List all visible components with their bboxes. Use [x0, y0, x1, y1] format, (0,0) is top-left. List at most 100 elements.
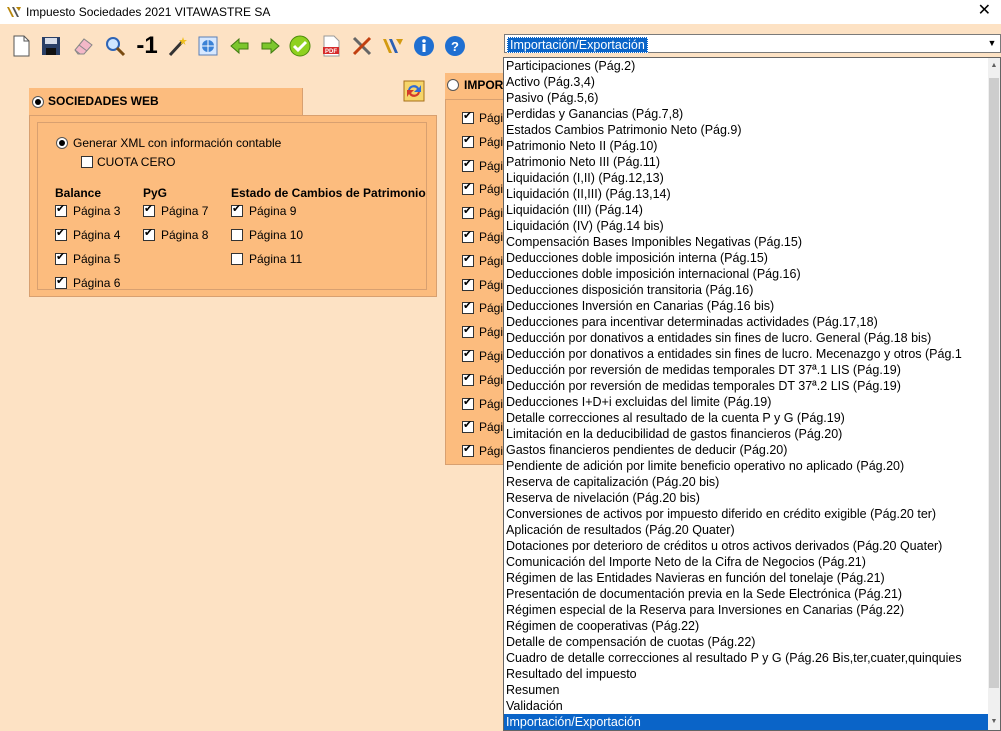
tab-sociedades-web[interactable]: SOCIEDADES WEB: [29, 88, 303, 115]
pagina-7-checkbox[interactable]: [143, 203, 155, 217]
dropdown-option[interactable]: Patrimonio Neto III (Pág.11): [504, 154, 994, 170]
importacion-page-checkbox[interactable]: [462, 443, 474, 458]
dropdown-option[interactable]: Limitación en la deducibilidad de gastos…: [504, 426, 994, 442]
dropdown-option[interactable]: Resumen: [504, 682, 994, 698]
tools-icon[interactable]: [350, 34, 374, 58]
dropdown-option[interactable]: Deducciones I+D+i excluidas del limite (…: [504, 394, 994, 410]
importacion-page-checkbox[interactable]: [462, 277, 474, 291]
sign-icon[interactable]: [381, 34, 405, 58]
new-icon[interactable]: [9, 34, 33, 58]
dropdown-option[interactable]: Liquidación (I,II) (Pág.12,13): [504, 170, 994, 186]
web-icon[interactable]: [196, 34, 220, 58]
importacion-page-checkbox[interactable]: [462, 396, 474, 410]
search-icon[interactable]: [103, 34, 127, 58]
pagina-5-checkbox[interactable]: [55, 251, 67, 265]
help-icon[interactable]: ?: [443, 34, 467, 58]
dropdown-option[interactable]: Detalle correcciones al resultado de la …: [504, 410, 994, 426]
save-icon[interactable]: [39, 34, 63, 58]
importacion-page-checkbox[interactable]: [462, 229, 474, 243]
refresh-icon[interactable]: [403, 80, 425, 102]
dropdown-option[interactable]: Perdidas y Ganancias (Pág.7,8): [504, 106, 994, 122]
dropdown-option[interactable]: Dotaciones por deterioro de créditos u o…: [504, 538, 994, 554]
dropdown-option[interactable]: Compensación Bases Imponibles Negativas …: [504, 234, 994, 250]
dropdown-option[interactable]: Gastos financieros pendientes de deducir…: [504, 442, 994, 458]
dropdown-option[interactable]: Régimen de las Entidades Navieras en fun…: [504, 570, 994, 586]
dropdown-option[interactable]: Estados Cambios Patrimonio Neto (Pág.9): [504, 122, 994, 138]
importacion-page-checkbox[interactable]: [462, 110, 474, 124]
pagina-10-checkbox[interactable]: [231, 229, 243, 241]
sociedades-web-radio[interactable]: [32, 96, 44, 108]
dropdown-option[interactable]: Detalle de compensación de cuotas (Pág.2…: [504, 634, 994, 650]
generar-xml-radio[interactable]: [56, 137, 68, 149]
importacion-page-checkbox[interactable]: [462, 419, 474, 434]
cuota-cero-checkbox[interactable]: [81, 156, 93, 168]
dropdown-option[interactable]: Pendiente de adición por limite benefici…: [504, 458, 994, 474]
pagina-4-checkbox[interactable]: [55, 227, 67, 241]
dropdown-option[interactable]: Patrimonio Neto II (Pág.10): [504, 138, 994, 154]
dropdown-option[interactable]: Deducción por reversión de medidas tempo…: [504, 362, 994, 378]
minus-one-icon[interactable]: -1: [135, 34, 159, 58]
dropdown-option[interactable]: Cuadro de detalle correcciones al result…: [504, 650, 994, 666]
dropdown-option[interactable]: Deducción por reversión de medidas tempo…: [504, 378, 994, 394]
dropdown-option[interactable]: Deducciones para incentivar determinadas…: [504, 314, 994, 330]
arrow-left-icon[interactable]: [228, 34, 252, 58]
pagina-9-checkbox[interactable]: [231, 203, 243, 217]
importacion-page-checkbox[interactable]: [462, 205, 474, 220]
dropdown-option[interactable]: Deducción por donativos a entidades sin …: [504, 330, 994, 346]
importacion-page-label: Pági: [479, 182, 504, 197]
pagina-8-checkbox[interactable]: [143, 227, 155, 241]
scroll-up-icon[interactable]: ▲: [988, 60, 1000, 72]
pagina-11-checkbox[interactable]: [231, 253, 243, 265]
eraser-icon[interactable]: [71, 34, 95, 58]
importacion-page-checkbox[interactable]: [462, 372, 474, 386]
importacion-page-label: Pági: [479, 158, 504, 173]
scrollbar-thumb[interactable]: [989, 78, 999, 688]
sociedades-web-inner-panel: Generar XML con información contable CUO…: [37, 122, 427, 290]
dropdown-option[interactable]: Liquidación (III) (Pág.14): [504, 202, 994, 218]
importacion-page-checkbox[interactable]: [462, 158, 474, 172]
dropdown-option[interactable]: Aplicación de resultados (Pág.20 Quater): [504, 522, 994, 538]
importacion-page-label: Pági: [479, 111, 504, 125]
scroll-down-icon[interactable]: ▼: [988, 716, 1000, 728]
importacion-page-checkbox[interactable]: [462, 181, 474, 196]
dropdown-option[interactable]: Reserva de capitalización (Pág.20 bis): [504, 474, 994, 490]
dropdown-option[interactable]: Participaciones (Pág.2): [504, 58, 994, 74]
dropdown-option[interactable]: Resultado del impuesto: [504, 666, 994, 682]
dropdown-option[interactable]: Importación/Exportación: [504, 714, 994, 730]
importacion-page-checkbox[interactable]: [462, 253, 474, 267]
tab-importacion[interactable]: IMPOR: [445, 73, 505, 99]
arrow-right-icon[interactable]: [258, 34, 282, 58]
importacion-radio[interactable]: [447, 79, 459, 91]
dropdown-option[interactable]: Régimen especial de la Reserva para Inve…: [504, 602, 994, 618]
dropdown-option[interactable]: Reserva de nivelación (Pág.20 bis): [504, 490, 994, 506]
dropdown-option[interactable]: Liquidación (II,III) (Pág.13,14): [504, 186, 994, 202]
dropdown-scrollbar[interactable]: ▲ ▼: [988, 58, 1000, 730]
info-icon[interactable]: [412, 34, 436, 58]
dropdown-option[interactable]: Presentación de documentación previa en …: [504, 586, 994, 602]
importacion-page-checkbox[interactable]: [462, 134, 474, 148]
dropdown-option[interactable]: Deducciones doble imposición internacion…: [504, 266, 994, 282]
pagina-3-checkbox[interactable]: [55, 203, 67, 217]
pdf-icon[interactable]: PDF: [319, 34, 343, 58]
dropdown-option[interactable]: Deducciones disposición transitoria (Pág…: [504, 282, 994, 298]
chevron-down-icon[interactable]: ▼: [984, 35, 1000, 52]
window-title: Impuesto Sociedades 2021 VITAWASTRE SA: [26, 5, 271, 19]
dropdown-option[interactable]: Conversiones de activos por impuesto dif…: [504, 506, 994, 522]
dropdown-option[interactable]: Pasivo (Pág.5,6): [504, 90, 994, 106]
dropdown-option[interactable]: Deducciones Inversión en Canarias (Pág.1…: [504, 298, 994, 314]
section-select[interactable]: Importación/Exportación ▼: [504, 34, 1001, 53]
close-button[interactable]: ✕: [978, 3, 991, 19]
dropdown-option[interactable]: Deducción por donativos a entidades sin …: [504, 346, 994, 362]
dropdown-option[interactable]: Deducciones doble imposición interna (Pá…: [504, 250, 994, 266]
dropdown-option[interactable]: Régimen de cooperativas (Pág.22): [504, 618, 994, 634]
check-icon[interactable]: [288, 34, 312, 58]
magic-wand-icon[interactable]: [166, 34, 190, 58]
dropdown-option[interactable]: Validación: [504, 698, 994, 714]
pagina-6-checkbox[interactable]: [55, 275, 67, 289]
importacion-page-checkbox[interactable]: [462, 324, 474, 339]
dropdown-option[interactable]: Comunicación del Importe Neto de la Cifr…: [504, 554, 994, 570]
dropdown-option[interactable]: Activo (Pág.3,4): [504, 74, 994, 90]
importacion-page-checkbox[interactable]: [462, 348, 474, 362]
dropdown-option[interactable]: Liquidación (IV) (Pág.14 bis): [504, 218, 994, 234]
importacion-page-checkbox[interactable]: [462, 300, 474, 315]
